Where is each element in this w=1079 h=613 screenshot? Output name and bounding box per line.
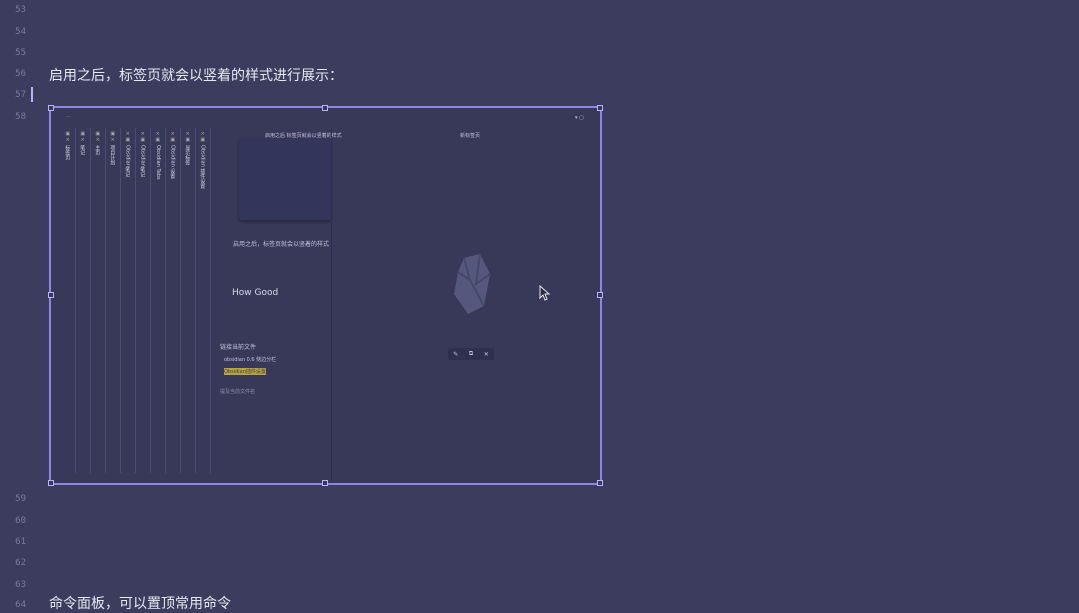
line-number: 56 (15, 69, 26, 79)
line-number: 57 (15, 90, 26, 100)
backlinks-title: 链接当前文件 (220, 344, 257, 351)
obsidian-logo-icon (450, 253, 498, 318)
tab-label: Obsidian 插件设置 (199, 145, 206, 189)
tab-label: Obsidian 设置 (169, 145, 176, 179)
line-number: 60 (15, 516, 26, 526)
resize-handle[interactable] (48, 292, 54, 298)
image-toolbar: ✎ ⧉ ✕ (448, 348, 494, 360)
inner-new-tab-pane: 新标签页 ✎ ⧉ ✕ (331, 128, 600, 483)
vertical-tab[interactable]: ▣ × 标签页 (61, 128, 76, 473)
highlight-text: Obsidian插件设置 (224, 368, 266, 375)
line-number: 62 (15, 558, 26, 568)
line-number: 59 (15, 494, 26, 504)
vertical-tab[interactable]: × ▣ Obsidian笔记 (136, 128, 151, 473)
line-number: 55 (15, 48, 26, 58)
how-good-heading: How Good (232, 288, 279, 298)
mouse-pointer-icon (539, 285, 551, 301)
text-cursor (31, 87, 33, 102)
resize-handle[interactable] (322, 480, 328, 486)
copy-icon[interactable]: ⧉ (469, 350, 473, 358)
close-icon[interactable]: ✕ (484, 351, 489, 358)
resize-handle[interactable] (48, 480, 54, 486)
line-number: 53 (15, 5, 26, 15)
vertical-tab[interactable]: ▣ × 笔记 (76, 128, 91, 473)
tab-label: 主页 (94, 145, 101, 155)
vertical-tab[interactable]: × ▣ Obsidian笔记 (121, 128, 136, 473)
inner-image-card (239, 138, 331, 220)
embedded-image[interactable]: ... ▾ ▢ ▣ × 标签页 ▣ × 笔记 ▣ × 主页 ▣ × 项目计划 × ▣ Obsidia… (48, 105, 603, 486)
tab-label: Obsidian笔记 (124, 145, 131, 177)
line-number: 63 (15, 580, 26, 590)
line-number: 61 (15, 537, 26, 547)
inner-topbar: ... ▾ ▢ (66, 113, 584, 121)
tab-label: 项目计划 (109, 145, 116, 165)
tab-label: Obsidian Tabs (154, 145, 161, 180)
edit-icon[interactable]: ✎ (453, 351, 458, 358)
vertical-tab[interactable]: × ▣ Obsidian 设置 (166, 128, 181, 473)
vertical-tab-strip: ▣ × 标签页 ▣ × 笔记 ▣ × 主页 ▣ × 项目计划 × ▣ Obsidian笔记 × ▣ Ob… (61, 128, 211, 473)
line-number: 58 (15, 112, 26, 122)
tab-label: Obsidian笔记 (139, 145, 146, 177)
tab-label: 标签页 (64, 145, 71, 160)
tab-label: 笔记 (79, 145, 86, 155)
line-number: 64 (15, 600, 26, 610)
new-tab-title: 新标签页 (460, 133, 481, 139)
tab-label: 显示标签 (184, 145, 191, 165)
vertical-tab[interactable]: ▣ × 主页 (91, 128, 106, 473)
line-number: 54 (15, 27, 26, 37)
vertical-tab[interactable]: ▣ × 项目计划 (106, 128, 121, 473)
editor-text-line[interactable]: 命令面板，可以置顶常用命令 (49, 593, 231, 613)
inner-text-line: 启用之后，标签页就会以竖着的样式 (233, 241, 330, 248)
editor-text-line[interactable]: 启用之后，标签页就会以竖着的样式进行展示： (49, 65, 343, 85)
vertical-tab[interactable]: × ▣ Obsidian Tabs (151, 128, 166, 473)
vertical-tab[interactable]: × ▣ Obsidian 插件设置 (196, 128, 211, 473)
backlinks-item[interactable]: obsidian 0.6 侧边分栏 (224, 356, 276, 363)
vertical-tab[interactable]: × ▣ 显示标签 (181, 128, 196, 473)
unlinked-mentions: 提及当前文件名 (220, 389, 256, 395)
